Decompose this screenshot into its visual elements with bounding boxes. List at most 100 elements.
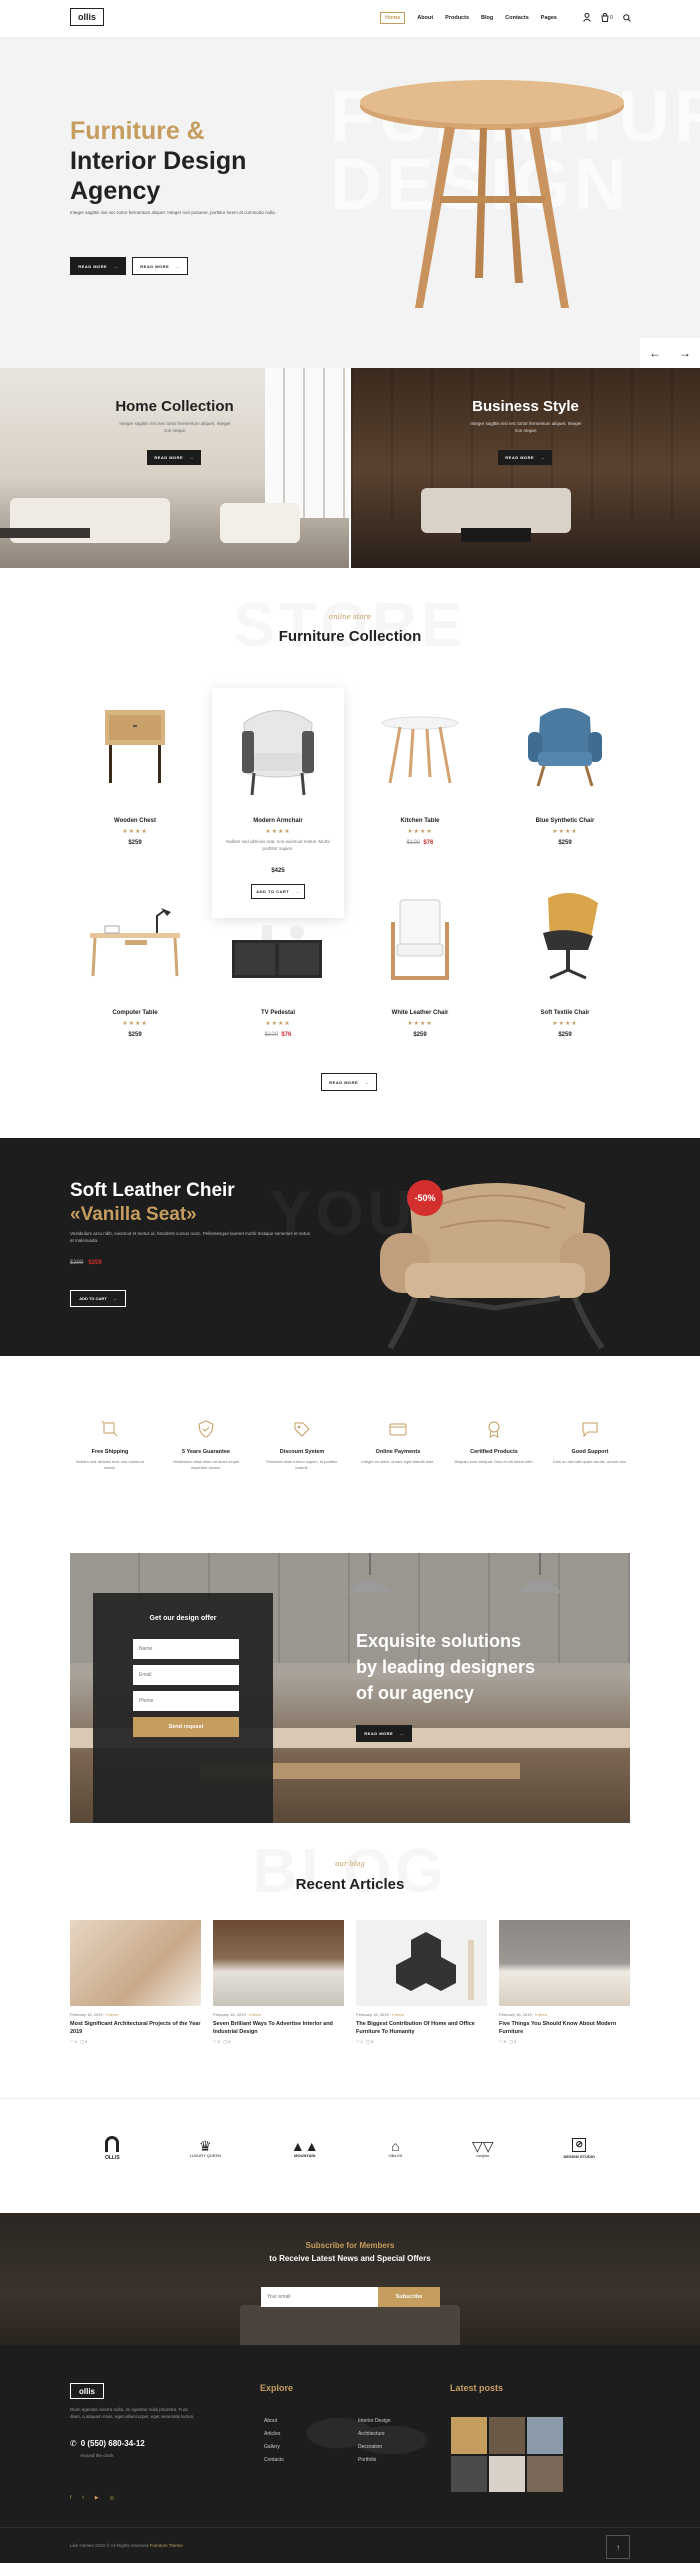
product-price: $259 [128, 1032, 142, 1038]
article-category[interactable]: Interior [535, 2012, 547, 2017]
slider-prev-icon[interactable]: ← [649, 346, 661, 360]
footer-link[interactable]: Decoration [358, 2441, 391, 2454]
article-category[interactable]: Interior [249, 2012, 261, 2017]
collection-business[interactable]: Business Style Integer sagittis nisi nec… [351, 368, 700, 568]
footer-link[interactable]: About [264, 2415, 284, 2428]
post-thumb[interactable] [451, 2417, 487, 2454]
footer-link[interactable]: Portfolio [358, 2454, 391, 2467]
collection-business-button[interactable]: READ MORE → [498, 450, 552, 465]
subscribe-button[interactable]: Subscribe [378, 2287, 440, 2307]
product-name[interactable]: TV Pedestal [212, 1010, 344, 1016]
product-card[interactable]: Wooden Chest ★★★★ $259 [70, 690, 200, 860]
footer-link[interactable]: Architecture [358, 2428, 391, 2441]
post-thumb[interactable] [451, 2455, 487, 2492]
theme-link[interactable]: Furniture Theme [150, 2543, 183, 2548]
hero-read-more-secondary[interactable]: READ MORE → [132, 257, 188, 275]
brand-logo[interactable]: ⊘ DESIGN STUDIO [563, 2138, 595, 2159]
product-name[interactable]: Modern Armchair [212, 818, 344, 824]
email-field[interactable] [133, 1665, 239, 1685]
feature-title: 5 Years Guarantee [182, 1449, 230, 1455]
offer-headline-2: by leading designers [356, 1657, 536, 1678]
nav-blog[interactable]: Blog [481, 15, 493, 21]
footer-link[interactable]: Interior Design [358, 2415, 391, 2428]
product-card[interactable]: Computer Table ★★★★ $259 [70, 880, 200, 1050]
collection-home-button[interactable]: READ MORE → [147, 450, 201, 465]
facebook-icon[interactable]: f [70, 2495, 71, 2501]
product-name[interactable]: Kitchen Table [355, 818, 485, 824]
phone-field[interactable] [133, 1691, 239, 1711]
nav-about[interactable]: About [417, 15, 433, 21]
article-card[interactable]: February 16, 2019 · Interior Five Things… [499, 1920, 630, 2060]
slider-next-icon[interactable]: → [679, 346, 691, 360]
article-comments: 0 [371, 2039, 374, 2045]
cart-button[interactable]: 0 [601, 13, 613, 22]
instagram-icon[interactable]: ◎ [110, 2495, 114, 2501]
name-field[interactable] [133, 1639, 239, 1659]
brand-logo[interactable]: ⌂ Ollis Kit [389, 2139, 403, 2158]
product-image [90, 908, 180, 977]
brand-logo[interactable]: ♛ LUXURY QUEEN [190, 2139, 221, 2158]
post-thumb[interactable] [489, 2417, 525, 2454]
product-image [381, 716, 459, 784]
sofa-shape [421, 488, 571, 533]
brand-logo[interactable]: OLLIS [105, 2136, 120, 2161]
footer-phone[interactable]: 0 (550) 680-34-12 [81, 2439, 145, 2448]
product-card[interactable]: Blue Synthetic Chair ★★★★ $259 [500, 690, 630, 860]
post-thumb[interactable] [527, 2417, 563, 2454]
product-card[interactable]: Soft Textile Chair ★★★★ $259 [500, 880, 630, 1050]
product-name[interactable]: Soft Textile Chair [500, 1010, 630, 1016]
user-icon[interactable] [583, 13, 591, 22]
article-card[interactable]: February 16, 2019 · Interior Seven Brill… [213, 1920, 344, 2060]
send-request-button[interactable]: Send request [133, 1717, 239, 1737]
article-card[interactable]: February 16, 2019 · Interior The Biggest… [356, 1920, 487, 2060]
product-card[interactable]: TV Pedestal ★★★★ $100 $76 [212, 880, 344, 1050]
nav-contacts[interactable]: Contacts [505, 15, 529, 21]
footer-link[interactable]: Contacts [264, 2454, 284, 2467]
hero-read-more-primary[interactable]: READ MORE → [70, 257, 126, 275]
promo-add-to-cart-button[interactable]: ADD TO CART → [70, 1290, 126, 1307]
post-thumb[interactable] [489, 2455, 525, 2492]
arrow-right-icon: → [364, 1079, 369, 1085]
collection-home[interactable]: Home Collection Integer sagittis nisi ne… [0, 368, 349, 568]
promo-price: $399 $259 [70, 1260, 102, 1266]
post-thumb[interactable] [527, 2455, 563, 2492]
brand-logo[interactable]: ▽▽ molybo [472, 2139, 494, 2158]
nav-pages[interactable]: Pages [541, 15, 557, 21]
hero-title-line-2: Interior Design [70, 147, 247, 175]
article-category[interactable]: Interior [106, 2012, 118, 2017]
twitter-icon[interactable]: t [82, 2495, 83, 2501]
product-card[interactable]: White Leather Chair ★★★★ $259 [355, 880, 485, 1050]
article-date: February 16, 2019 [70, 2012, 103, 2017]
article-title[interactable]: Five Things You Should Know About Modern… [499, 2021, 630, 2036]
article-title[interactable]: Most Significant Architectural Projects … [70, 2021, 201, 2036]
subscribe-email-input[interactable] [261, 2287, 378, 2307]
promo-section: YOU Soft Leather Cheir «Vanilla Seat» Ve… [0, 1138, 700, 1356]
youtube-icon[interactable]: ▶ [95, 2495, 99, 2501]
product-name[interactable]: Wooden Chest [70, 818, 200, 824]
store-read-more-button[interactable]: READ MORE → [321, 1073, 377, 1091]
offer-read-more-button[interactable]: READ MORE → [356, 1725, 412, 1742]
product-name[interactable]: Blue Synthetic Chair [500, 818, 630, 824]
feature-title: Certified Products [470, 1449, 518, 1455]
brand-logo[interactable]: ▲▲ MOUNTAIN [291, 2139, 319, 2158]
article-card[interactable]: February 16, 2019 · Interior Most Signif… [70, 1920, 201, 2060]
product-name[interactable]: Computer Table [70, 1010, 200, 1016]
brand-mark-icon: ⌂ [391, 2138, 400, 2154]
product-name[interactable]: White Leather Chair [355, 1010, 485, 1016]
back-to-top-button[interactable]: ↑ [606, 2535, 630, 2559]
feature-text: Duis eu nisl odit quam iaculis, ornare n… [552, 1459, 628, 1464]
product-card[interactable]: Kitchen Table ★★★★ $100 $76 [355, 690, 485, 860]
footer-logo[interactable]: ollis [70, 2383, 104, 2399]
feature-text: Aliquam erat volutpat. Duis et elit lore… [454, 1459, 534, 1464]
article-title[interactable]: The Biggest Contribution Of Home and Off… [356, 2021, 487, 2036]
article-title[interactable]: Seven Brilliant Ways To Advertise Interi… [213, 2021, 344, 2036]
article-category[interactable]: Interior [392, 2012, 404, 2017]
footer-link[interactable]: Articles [264, 2428, 284, 2441]
phone-icon: ✆ [70, 2439, 77, 2448]
search-icon[interactable] [622, 13, 631, 22]
nav-home[interactable]: Home [380, 12, 406, 24]
footer-link[interactable]: Gallery [264, 2441, 284, 2454]
explore-col-1: About Articles Gallery Contacts [264, 2415, 284, 2467]
logo[interactable]: ollis [70, 8, 104, 26]
nav-products[interactable]: Products [445, 15, 469, 21]
